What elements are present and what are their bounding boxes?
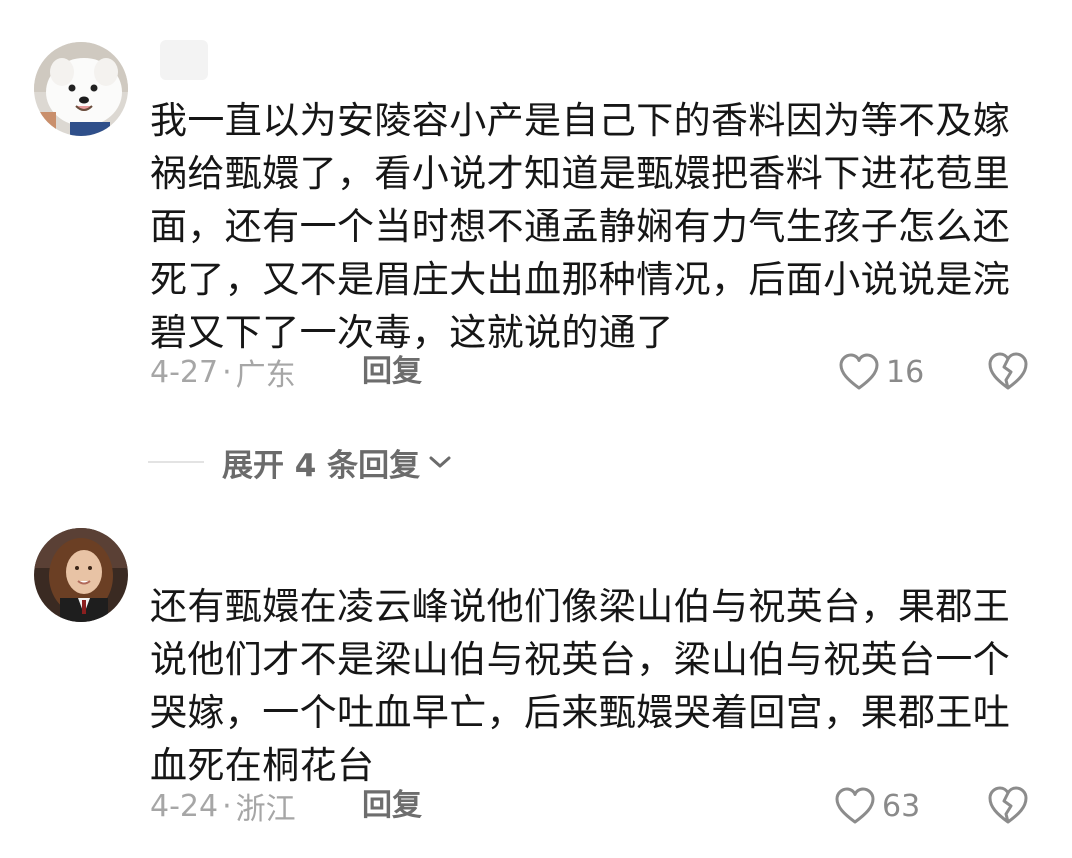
expand-replies-row: 展开 4 条回复 [148,440,454,484]
comment-location: 广东 [235,358,296,393]
chevron-down-icon [429,456,451,468]
comment-date: 4-27 [150,354,219,390]
broken-heart-icon [988,352,1028,390]
broken-heart-icon [988,786,1028,824]
reply-button[interactable]: 回复 [362,352,422,392]
expand-replies-label: 展开 4 条回复 [222,447,421,484]
heart-outline-icon [835,787,875,824]
comment-text: 我一直以为安陵容小产是自己下的香料因为等不及嫁祸给甄嬛了，看小说才知道是甄嬛把香… [150,99,1011,354]
avatar[interactable] [34,528,128,622]
dislike-button[interactable] [986,350,1030,394]
meta-separator: · [222,788,232,824]
comment-text: 还有甄嬛在凌云峰说他们像梁山伯与祝英台，果郡王说他们才不是梁山伯与祝英台，梁山伯… [150,585,1011,787]
like-button[interactable]: 63 [834,784,920,828]
comment-date: 4-24 [150,788,219,824]
username[interactable] [160,40,208,80]
reply-button[interactable]: 回复 [362,786,422,826]
comment-meta: 4-27 · 广东 [150,352,296,394]
meta-separator: · [222,354,232,390]
comment-location: 浙江 [235,792,296,827]
comment-meta: 4-24 · 浙江 [150,786,296,828]
heart-outline-icon [839,353,879,390]
like-count: 16 [886,354,925,390]
dislike-button[interactable] [986,784,1030,828]
like-button[interactable]: 16 [838,350,924,394]
like-count: 63 [882,788,921,824]
girl-portrait-avatar [34,528,128,622]
expand-replies-button[interactable]: 展开 4 条回复 [222,440,454,485]
avatar[interactable] [34,42,128,136]
divider [148,461,204,463]
samoyed-dog-avatar [34,42,128,136]
